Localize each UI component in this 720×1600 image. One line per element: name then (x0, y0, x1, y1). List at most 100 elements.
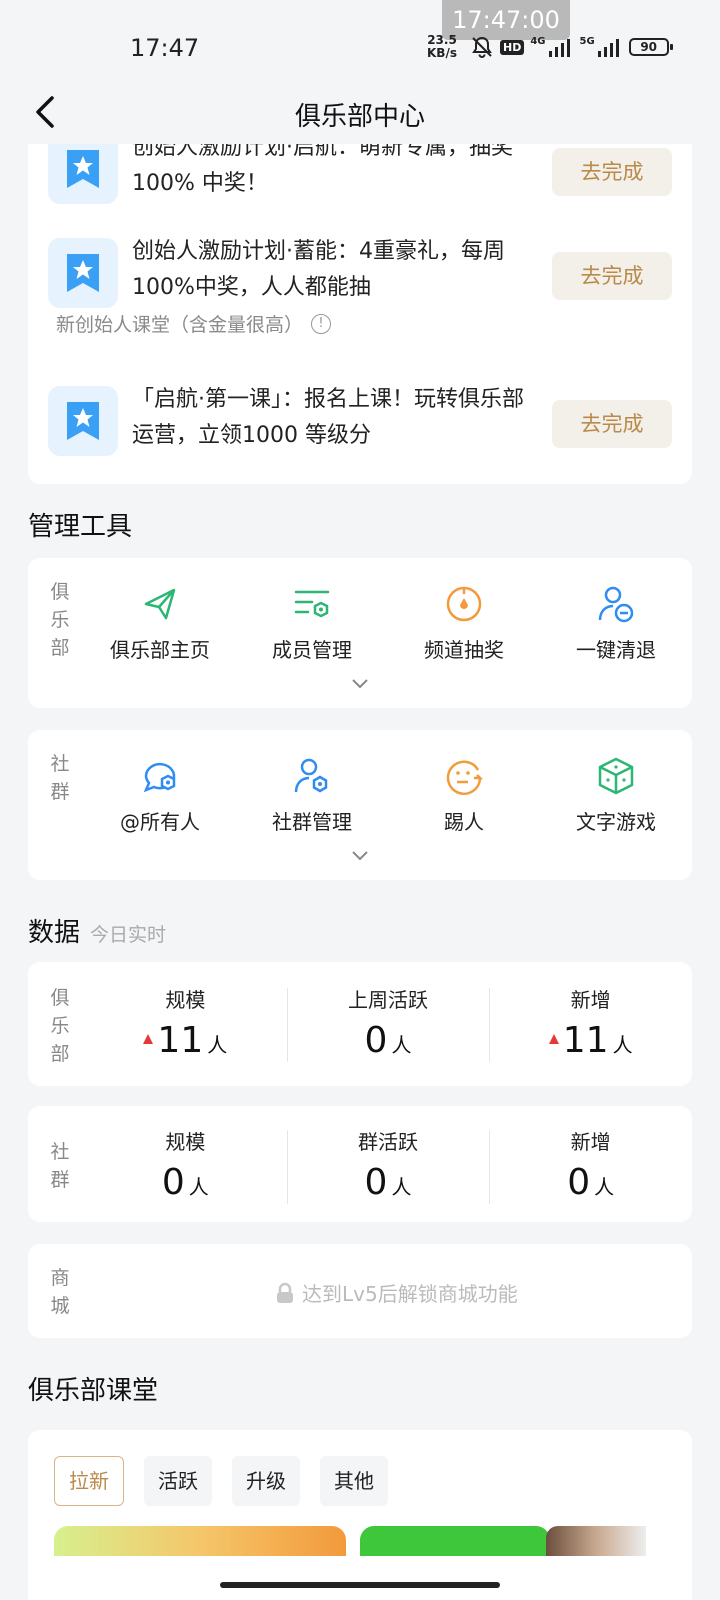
tab-other[interactable]: 其他 (320, 1456, 388, 1506)
tool-kick[interactable]: 踢人 (388, 754, 540, 835)
time-overlay: 17:47:00 (442, 0, 570, 40)
tab-new-members[interactable]: 拉新 (54, 1456, 124, 1506)
bookmark-star-icon (48, 238, 118, 308)
tool-label: 成员管理 (272, 638, 352, 662)
tab-active[interactable]: 活跃 (144, 1456, 212, 1506)
hd-badge: HD (500, 39, 525, 55)
course-banner-image[interactable] (546, 1526, 646, 1556)
manage-tools-title: 管理工具 (28, 512, 133, 542)
stat-label: 规模 (165, 988, 206, 1012)
stat-new: 新增 11 人 (489, 984, 692, 1067)
stat-unit: 人 (207, 1033, 228, 1057)
bookmark-star-icon (48, 386, 118, 456)
course-card: 拉新 活跃 升级 其他 (28, 1430, 692, 1600)
stat-unit: 人 (594, 1175, 615, 1199)
tool-label: 一键清退 (576, 638, 656, 662)
member-settings-icon (294, 590, 330, 618)
face-kick-icon (446, 760, 484, 795)
task-text: 「启航·第一课」：报名上课！玩转俱乐部运营，立领1000 等级分 (132, 387, 524, 448)
bell-muted-icon (472, 36, 492, 58)
net-speed-unit: KB/s (427, 46, 457, 60)
stat-new: 新增 0人 (489, 1126, 692, 1209)
stat-value: 11 (157, 1020, 204, 1061)
stat-label: 群活跃 (358, 1130, 418, 1154)
chevron-down-icon[interactable] (350, 850, 370, 862)
page-title: 俱乐部中心 (294, 102, 425, 132)
tool-word-game[interactable]: 文字游戏 (540, 754, 692, 835)
trend-up-icon (143, 1034, 154, 1044)
stat-unit: 人 (188, 1175, 209, 1199)
signal-5g-icon (597, 39, 619, 57)
signal-5g-label: 5G (579, 36, 595, 47)
club-stats: 规模 11 人 上周活跃 0人 新增 11 人 (84, 984, 692, 1067)
stat-scale: 规模 0人 (84, 1126, 287, 1209)
stat-label: 上周活跃 (348, 988, 428, 1012)
task-row: 创始人激励计划·蓄能：4重豪礼，每周100%中奖，人人都能抽 去完成 (48, 234, 672, 314)
tool-group-manage[interactable]: 社群管理 (236, 754, 388, 835)
stat-last-week-active: 上周活跃 0人 (286, 984, 490, 1067)
course-banner[interactable] (360, 1526, 550, 1556)
header: 俱乐部中心 (0, 84, 720, 144)
bookmark-star-icon (48, 134, 118, 204)
course-tabs: 拉新 活跃 升级 其他 (54, 1456, 388, 1506)
paper-plane-icon (144, 588, 176, 620)
user-settings-icon (294, 758, 328, 793)
group-tools-card: 社群 @所有人 社群管理 踢人 文字游戏 (28, 730, 692, 880)
new-founder-class-heading: 新创始人课堂（含金量很高） ! (56, 310, 332, 337)
stat-unit: 人 (391, 1175, 412, 1199)
chevron-down-icon[interactable] (350, 678, 370, 690)
stat-value: 0 (364, 1162, 388, 1203)
battery-icon: 90 (628, 38, 673, 56)
data-section-title: 数据 今日实时 (28, 912, 166, 949)
status-icons: HD 4G 5G 90 (470, 36, 673, 58)
dice-cube-icon (598, 757, 634, 795)
tab-upgrade[interactable]: 升级 (232, 1456, 300, 1506)
club-stats-card: 俱乐部 规模 11 人 上周活跃 0人 新增 11 人 (28, 962, 692, 1086)
stat-unit: 人 (612, 1033, 633, 1057)
club-center-page: 17:47:00 17:47 23.5 KB/s HD 4G 5G 90 俱乐部… (0, 0, 720, 1600)
user-remove-icon (598, 586, 634, 623)
club-tools: 俱乐部主页 成员管理 频道抽奖 一键清退 (84, 582, 692, 663)
tool-channel-lottery[interactable]: 频道抽奖 (388, 582, 540, 663)
tool-label: 社群管理 (272, 810, 352, 834)
club-tools-card: 俱乐部 俱乐部主页 成员管理 频道抽奖 一键清退 (28, 558, 692, 708)
mall-side-label: 商城 (50, 1267, 70, 1317)
club-side-label: 俱乐部 (50, 581, 70, 659)
club-side-label: 俱乐部 (50, 987, 70, 1065)
group-stats-card: 社群 规模 0人 群活跃 0人 新增 0人 (28, 1106, 692, 1222)
course-banner[interactable] (54, 1526, 346, 1556)
data-note: 今日实时 (90, 924, 167, 946)
stat-group-active: 群活跃 0人 (286, 1126, 490, 1209)
lock-icon (277, 1282, 293, 1303)
signal-4g-label: 4G (530, 36, 546, 47)
stat-value: 11 (562, 1020, 609, 1061)
group-stats: 规模 0人 群活跃 0人 新增 0人 (84, 1126, 692, 1209)
net-speed: 23.5 KB/s (427, 34, 457, 60)
status-bar: 17:47:00 17:47 23.5 KB/s HD 4G 5G 90 (0, 0, 720, 84)
club-course-title: 俱乐部课堂 (28, 1376, 159, 1406)
info-icon[interactable]: ! (311, 313, 332, 334)
task-complete-button[interactable]: 去完成 (552, 148, 672, 196)
group-side-label: 社群 (50, 1141, 70, 1191)
status-time: 17:47 (130, 34, 200, 62)
data-title: 数据 (28, 918, 81, 948)
tool-club-home[interactable]: 俱乐部主页 (84, 582, 236, 663)
chat-settings-icon (143, 762, 176, 793)
tool-one-click-remove[interactable]: 一键清退 (540, 582, 692, 663)
group-side-label: 社群 (50, 753, 70, 803)
trend-up-icon (548, 1034, 559, 1044)
mall-lock-text: 达到Lv5后解锁商城功能 (302, 1282, 518, 1306)
task-complete-button[interactable]: 去完成 (552, 252, 672, 300)
stat-label: 新增 (570, 1130, 611, 1154)
task-row: 「启航·第一课」：报名上课！玩转俱乐部运营，立领1000 等级分 去完成 (48, 382, 672, 462)
tool-label: 踢人 (444, 810, 484, 834)
group-tools: @所有人 社群管理 踢人 文字游戏 (84, 754, 692, 835)
task-complete-button[interactable]: 去完成 (552, 400, 672, 448)
home-indicator[interactable] (220, 1582, 500, 1588)
tool-member-manage[interactable]: 成员管理 (236, 582, 388, 663)
tool-mention-all[interactable]: @所有人 (84, 754, 236, 835)
mall-card: 商城 达到Lv5后解锁商城功能 (28, 1244, 692, 1338)
subsection-label: 新创始人课堂（含金量很高） (56, 314, 304, 336)
signal-4g-icon (548, 39, 570, 57)
stat-unit: 人 (391, 1033, 412, 1057)
